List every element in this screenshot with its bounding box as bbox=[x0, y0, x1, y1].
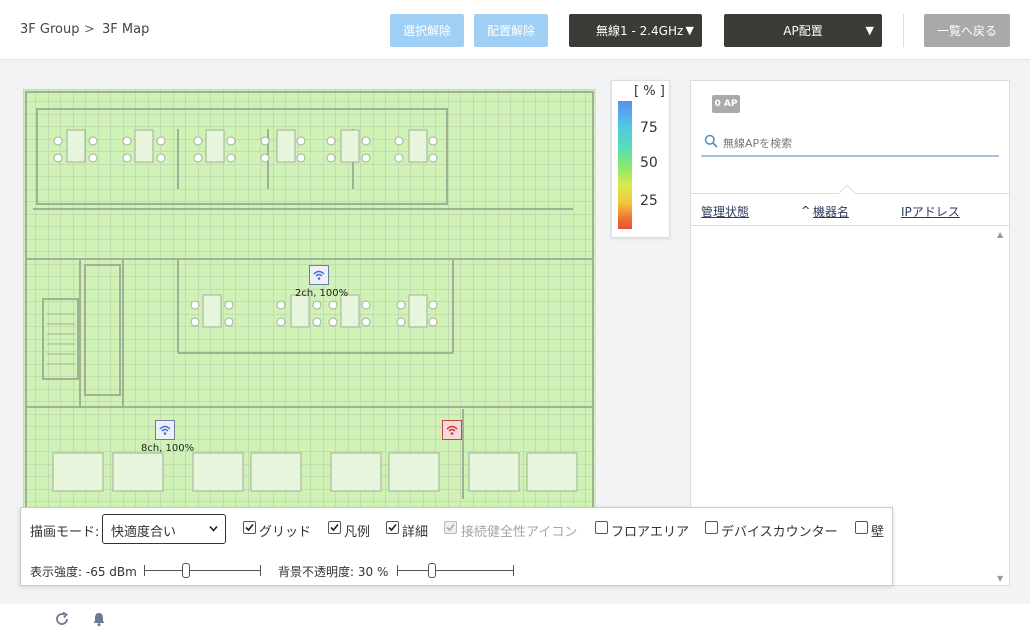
wall-checkbox[interactable] bbox=[855, 521, 868, 534]
scroll-down-icon[interactable]: ▼ bbox=[997, 574, 1003, 583]
detail-label: 詳細 bbox=[402, 525, 429, 540]
floor-area-checkbox[interactable] bbox=[595, 521, 608, 534]
scroll-up-icon[interactable]: ▲ bbox=[997, 230, 1003, 239]
access-point-label: 2ch, 100% bbox=[295, 288, 349, 299]
access-point-label: 8ch, 100% bbox=[141, 443, 195, 454]
device-counter-checkbox[interactable] bbox=[705, 521, 718, 534]
access-point-marker[interactable] bbox=[155, 420, 175, 440]
back-to-list-label: 一覧へ戻る bbox=[936, 24, 997, 38]
slider-track bbox=[144, 570, 261, 571]
heatmap-legend: [ % ] 75 50 25 bbox=[611, 80, 670, 238]
column-status[interactable]: 管理状態 bbox=[701, 203, 749, 220]
opacity-slider[interactable] bbox=[397, 563, 514, 578]
strength-label: 表示強度: -65 dBm bbox=[30, 565, 137, 579]
slider-thumb[interactable] bbox=[182, 563, 190, 578]
legend-gradient bbox=[618, 101, 632, 229]
health-icon-label: 接続健全性アイコン bbox=[461, 525, 578, 540]
slider-track bbox=[397, 570, 514, 571]
ap-count-badge: 0 AP bbox=[712, 95, 740, 113]
render-controls: 描画モード: 快適度合い グリッド 凡例 詳細 接続健全性アイコン フロアエリア… bbox=[20, 507, 893, 586]
legend-unit: [ % ] bbox=[634, 84, 665, 99]
footer-bar bbox=[0, 604, 1030, 636]
floor-map[interactable]: 2ch, 100% 8ch, 100% bbox=[23, 89, 596, 519]
search-input[interactable] bbox=[723, 132, 993, 154]
search-icon bbox=[704, 134, 718, 148]
device-counter-label: デバイスカウンター bbox=[721, 525, 838, 540]
wall-label: 壁 bbox=[871, 525, 885, 540]
divider bbox=[903, 14, 904, 47]
wifi-alert-icon bbox=[446, 425, 458, 435]
strength-slider[interactable] bbox=[144, 563, 261, 578]
render-mode-label: 描画モード: bbox=[30, 525, 100, 540]
table-header: 管理状態 ^ 機器名 IPアドレス bbox=[691, 184, 1009, 226]
grid-label: グリッド bbox=[259, 525, 312, 540]
ap-place-select[interactable]: AP配置 ▼ bbox=[724, 14, 882, 47]
back-to-list-button[interactable]: 一覧へ戻る bbox=[924, 14, 1010, 47]
floor-area-label: フロアエリア bbox=[611, 525, 690, 540]
unplace-button[interactable]: 配置解除 bbox=[474, 14, 548, 47]
grid-checkbox[interactable] bbox=[243, 521, 256, 534]
wifi-icon bbox=[313, 270, 325, 280]
deselect-label: 選択解除 bbox=[402, 24, 451, 38]
column-device-name[interactable]: 機器名 bbox=[813, 203, 849, 220]
legend-label: 凡例 bbox=[344, 525, 371, 540]
wifi-icon bbox=[159, 425, 171, 435]
ap-count-label: 0 AP bbox=[714, 99, 738, 109]
unplace-label: 配置解除 bbox=[486, 24, 535, 38]
scrollbar[interactable]: ▲ ▼ bbox=[993, 226, 1009, 585]
band-label: 無線1 - 2.4GHz bbox=[596, 24, 684, 38]
refresh-icon[interactable] bbox=[54, 611, 70, 627]
legend-checkbox[interactable] bbox=[328, 521, 341, 534]
detail-checkbox[interactable] bbox=[386, 521, 399, 534]
legend-value: 75 bbox=[640, 120, 658, 136]
caret-down-icon: ▼ bbox=[685, 24, 694, 37]
health-icon-checkbox bbox=[444, 521, 457, 534]
pointer-notch bbox=[838, 184, 856, 202]
caret-down-icon: ▼ bbox=[865, 24, 874, 37]
slider-thumb[interactable] bbox=[428, 563, 436, 578]
render-mode-select[interactable]: 快適度合い bbox=[102, 514, 226, 544]
chevron-down-icon bbox=[209, 525, 218, 532]
top-bar: 3F Group > 3F Map 選択解除 配置解除 無線1 - 2.4GHz… bbox=[0, 0, 1030, 60]
access-point-marker[interactable] bbox=[309, 265, 329, 285]
ap-place-label: AP配置 bbox=[783, 24, 823, 38]
breadcrumb-separator: > bbox=[84, 22, 95, 37]
slider-tick bbox=[397, 565, 398, 576]
legend-value: 25 bbox=[640, 193, 658, 209]
legend-value: 50 bbox=[640, 155, 658, 171]
deselect-button[interactable]: 選択解除 bbox=[390, 14, 464, 47]
render-mode-value: 快適度合い bbox=[111, 525, 177, 540]
slider-tick bbox=[144, 565, 145, 576]
slider-tick bbox=[260, 565, 261, 576]
floor-plan-svg bbox=[23, 89, 596, 519]
breadcrumb-group[interactable]: 3F Group bbox=[20, 22, 79, 37]
sort-asc-icon: ^ bbox=[801, 204, 811, 217]
ap-search bbox=[701, 129, 999, 157]
slider-tick bbox=[513, 565, 514, 576]
bell-icon[interactable] bbox=[91, 611, 107, 627]
check-icon bbox=[388, 523, 397, 532]
check-icon bbox=[330, 523, 339, 532]
check-icon bbox=[245, 523, 254, 532]
band-select[interactable]: 無線1 - 2.4GHz ▼ bbox=[569, 14, 702, 47]
column-ip-address[interactable]: IPアドレス bbox=[901, 203, 960, 220]
check-icon bbox=[446, 523, 455, 532]
access-point-marker-alert[interactable] bbox=[442, 420, 462, 440]
opacity-label: 背景不透明度: 30 % bbox=[278, 565, 389, 579]
breadcrumb-map: 3F Map bbox=[102, 22, 150, 37]
